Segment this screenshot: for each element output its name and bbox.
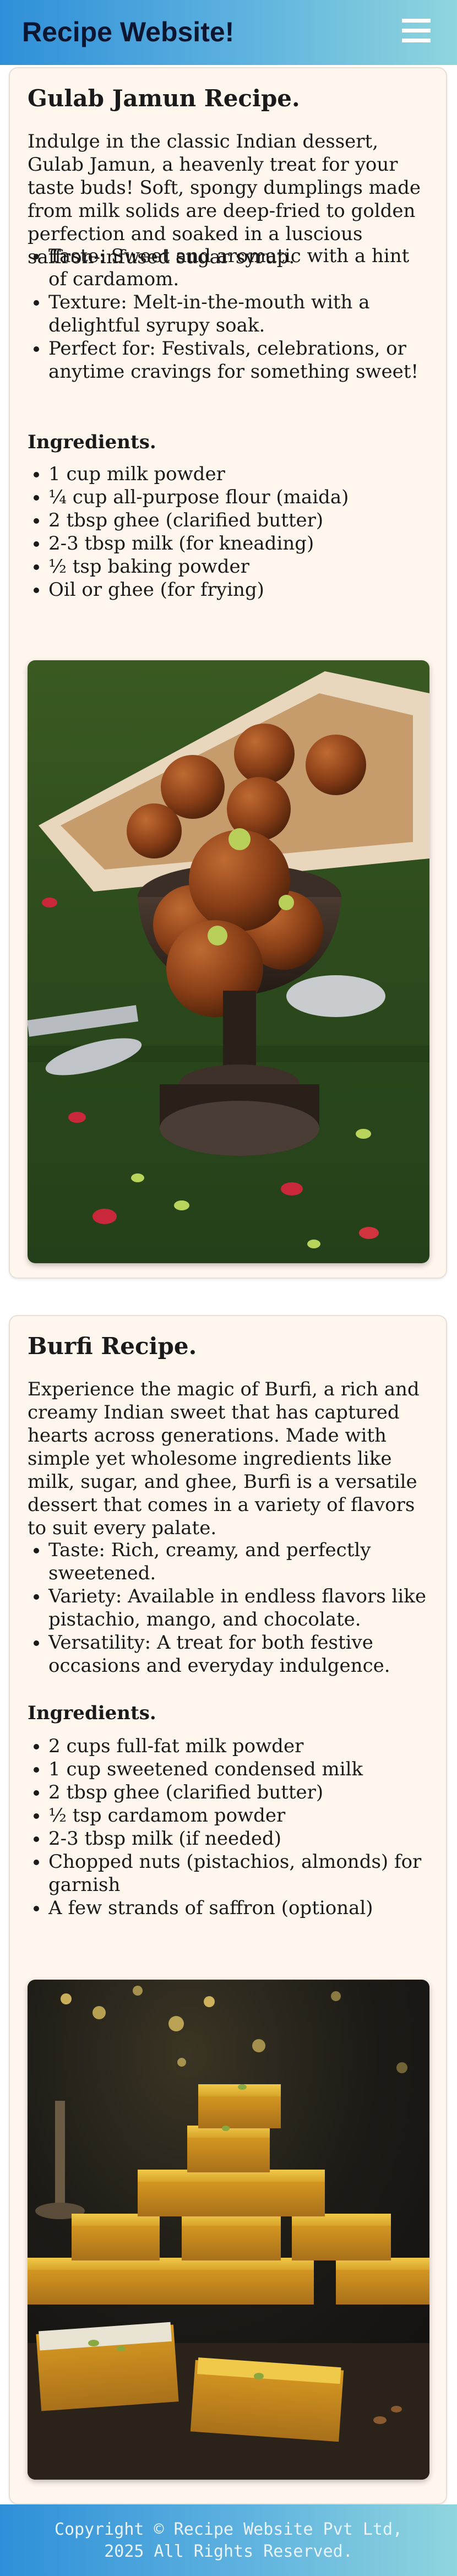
- ingredient-item: ½ tsp cardamom powder: [48, 1804, 429, 1827]
- menu-bar: [402, 39, 431, 42]
- ingredients-list: 1 cup milk powder ¼ cup all-purpose flou…: [28, 463, 429, 601]
- ingredient-item: Chopped nuts (pistachios, almonds) for g…: [48, 1850, 429, 1896]
- ingredients-list: 2 cups full-fat milk powder 1 cup sweete…: [28, 1735, 429, 1920]
- menu-bar: [402, 19, 431, 23]
- ingredient-item: 1 cup sweetened condensed milk: [48, 1758, 429, 1781]
- ingredient-item: ¼ cup all-purpose flour (maida): [48, 486, 429, 509]
- ingredients-heading: Ingredients.: [28, 1702, 156, 1724]
- highlight-item: Taste: Sweet and aromatic with a hint of…: [48, 244, 429, 291]
- highlight-item: Variety: Available in endless flavors li…: [48, 1585, 429, 1631]
- ingredient-item: 1 cup milk powder: [48, 463, 429, 486]
- ingredient-item: ½ tsp baking powder: [48, 555, 429, 578]
- site-footer: Copyright © Recipe Website Pvt Ltd, 2025…: [0, 2504, 457, 2576]
- recipe-title: Gulab Jamun Recipe.: [28, 85, 300, 112]
- ingredient-item: 2 tbsp ghee (clarified butter): [48, 1781, 429, 1804]
- recipe-highlights: Taste: Sweet and aromatic with a hint of…: [28, 244, 429, 383]
- site-title[interactable]: Recipe Website!: [22, 15, 234, 48]
- recipe-card-burfi: Burfi Recipe. Experience the magic of Bu…: [9, 1315, 447, 2504]
- ingredient-item: 2-3 tbsp milk (for kneading): [48, 532, 429, 555]
- ingredients-heading: Ingredients.: [28, 431, 156, 453]
- ingredient-item: A few strands of saffron (optional): [48, 1896, 429, 1920]
- site-header: Recipe Website!: [0, 0, 457, 65]
- highlight-item: Taste: Rich, creamy, and perfectly sweet…: [48, 1539, 429, 1585]
- highlight-item: Perfect for: Festivals, celebrations, or…: [48, 337, 429, 383]
- burfi-photo: [28, 1980, 429, 2480]
- recipe-title: Burfi Recipe.: [28, 1333, 197, 1360]
- ingredient-item: 2-3 tbsp milk (if needed): [48, 1827, 429, 1850]
- hamburger-menu-icon[interactable]: [402, 19, 431, 43]
- ingredient-item: 2 tbsp ghee (clarified butter): [48, 509, 429, 532]
- gulab-jamun-photo: [28, 660, 429, 1263]
- highlight-item: Versatility: A treat for both festive oc…: [48, 1631, 429, 1677]
- ingredient-item: Oil or ghee (for frying): [48, 578, 429, 601]
- highlight-item: Texture: Melt-in-the-mouth with a deligh…: [48, 291, 429, 337]
- menu-bar: [402, 29, 431, 32]
- recipe-intro: Experience the magic of Burfi, a rich an…: [28, 1378, 420, 1539]
- recipe-highlights: Taste: Rich, creamy, and perfectly sweet…: [28, 1539, 429, 1677]
- ingredient-item: 2 cups full-fat milk powder: [48, 1735, 429, 1758]
- copyright-text: Copyright © Recipe Website Pvt Ltd, 2025…: [54, 2520, 403, 2561]
- recipe-card-gulab-jamun: Gulab Jamun Recipe. Indulge in the class…: [9, 67, 447, 1279]
